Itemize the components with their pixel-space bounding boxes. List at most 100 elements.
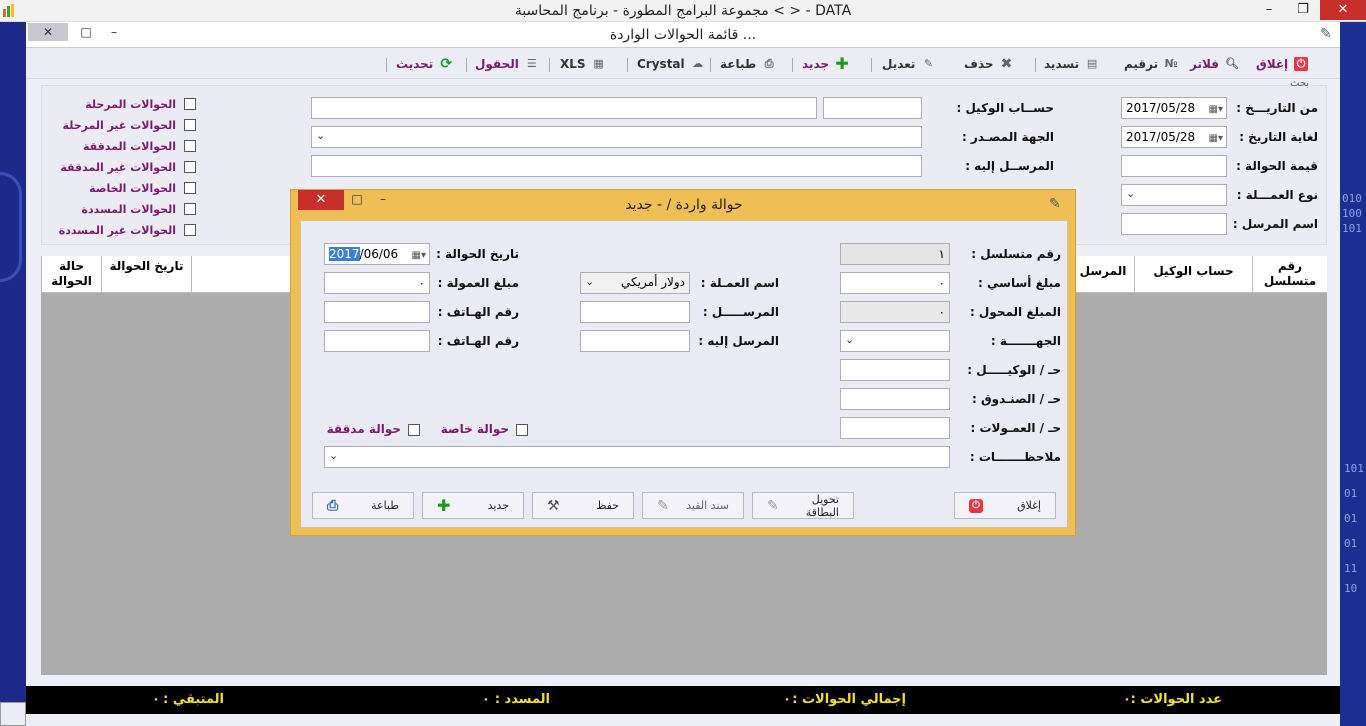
edit-icon: ✎ [923,57,934,70]
grid-col-date[interactable]: تاريخ الحوالة [101,256,191,293]
filter-label: الحوالات المسددة [81,203,176,216]
toolbar-refresh-button[interactable]: ⟳ تحديث [396,55,453,73]
payment-icon: ▤ [1086,57,1098,70]
excel-icon: ▦ [593,57,604,70]
toolbar-number-button[interactable]: № ترقيم [1124,55,1178,73]
sender-phone-input[interactable] [324,301,430,323]
desktop-background-left [0,22,26,726]
journal-entry-button[interactable]: سند القيد ✎ [642,492,744,519]
pin-icon: ✎ [1049,196,1061,212]
recipient-input[interactable] [311,155,922,177]
toolbar-edit-button[interactable]: ✎ تعديل [882,55,935,73]
numbering-icon: № [1164,57,1178,70]
transferred-amount-field: ٠ [840,301,950,323]
save-button[interactable]: حفظ ⚒ [532,492,634,519]
close-button[interactable]: ✕ [1320,0,1366,20]
save-icon: ⚒ [547,497,560,514]
audited-transfer-checkbox[interactable] [408,424,420,436]
toolbar-filters-button[interactable]: 🔍︎ فلاتر [1190,55,1239,73]
chevron-down-icon: ⌄ [329,449,339,462]
filter-checkbox-special[interactable] [184,182,196,194]
dialog-close-action-button[interactable]: إغلاق ⏻ [954,492,1056,519]
toolbar-fields-button[interactable]: ☰ الحقول [475,55,539,73]
dialog-title: حوالة واردة / - جديد [625,197,743,213]
toolbar: ⏻ إغلاق 🔍︎ فلاتر № ترقيم ▤ تسديد ✖ حذف ✎ تعديل… [26,49,1340,79]
transferred-amount-label: المبلغ المحول : [969,305,1061,319]
restore-button[interactable]: ❐ [1286,0,1320,20]
toolbar-pay-button[interactable]: ▤ تسديد [1044,55,1099,73]
agent-name-input[interactable] [311,97,817,119]
recipient-input[interactable] [580,330,690,352]
recipient-phone-input[interactable] [324,330,430,352]
minimize-button[interactable]: – [1252,0,1286,20]
grid-col-sender[interactable]: المرسل [1071,256,1134,293]
calendar-icon: ▦▾ [1208,133,1223,144]
fund-account-label: حـ / الصنـدوق : [971,392,1061,406]
filter-checkbox-posted[interactable] [184,98,196,110]
toolbar-new-button[interactable]: ✚ جديد [802,55,849,73]
amount-input[interactable] [1121,155,1227,177]
transfer-date-picker[interactable]: 2017/06/06 ▦▾ [324,243,430,265]
total-value: ٠ [783,692,791,707]
printer-icon: ⎙ [764,57,774,70]
remaining-value: ٠ [152,692,160,707]
grid-col-status[interactable]: حالة الحوالة [41,256,101,293]
filter-label: الحوالات المدققة [83,140,176,153]
filter-checkbox-unaudited[interactable] [184,161,196,173]
special-transfer-checkbox[interactable] [516,424,528,436]
commissions-account-label: حـ / العمـولات : [970,421,1061,435]
sender-input[interactable] [1121,213,1227,235]
agent-code-input[interactable] [823,97,922,119]
party-label: الجهـــــــة : [990,334,1061,348]
toolbar-xls-button[interactable]: ▦ XLS [560,55,606,73]
filter-label: الحوالات غير المرحلة [62,119,176,132]
chevron-down-icon: ⌄ [316,129,326,142]
toolbar-delete-button[interactable]: ✖ حذف [964,55,1014,73]
serial-label: رقم متسلسل : [971,247,1061,261]
desktop-background-right: 010 100 101 101 01 01 01 11 10 [1340,22,1366,726]
form-title: قائمة الحوالات الواردة ... [609,27,757,43]
currency-select[interactable]: ⌄ دولار أمريكي [580,272,690,294]
filter-checkbox-unposted[interactable] [184,119,196,131]
toolbar-print-button[interactable]: ⎙ طباعة [720,55,776,73]
filter-checkbox-unpaid[interactable] [184,224,196,236]
notes-select[interactable]: ⌄ [324,446,950,468]
to-date-label: لغاية التاريخ : [1239,130,1318,144]
delete-icon: ✖ [1000,56,1013,72]
dialog-title-bar: ✕ □ – حوالة واردة / - جديد ✎ [291,190,1077,220]
grid-col-agent[interactable]: حساب الوكيل [1134,256,1252,293]
filter-checkbox-paid[interactable] [184,203,196,215]
party-select[interactable]: ⌄ [840,330,950,352]
transfer-date-label: تاريخ الحوالة : [436,247,519,261]
power-icon: ⏻ [969,498,983,513]
base-amount-input[interactable]: ٠ [840,272,950,294]
base-amount-label: مبلغ أساسي : [978,276,1061,290]
audited-transfer-label: حوالة مدققة [326,422,401,436]
phone-label: رقم الهـاتف : [437,334,519,348]
to-date-picker[interactable]: 2017/05/28 ▦▾ [1121,126,1227,148]
pin-icon: ✎ [1320,26,1332,42]
grid-col-serial[interactable]: رقم متسلسل [1252,256,1327,293]
commissions-account-input[interactable] [840,417,950,439]
incoming-transfer-dialog: ✕ □ – حوالة واردة / - جديد ✎ رقم متسلسل … [290,189,1076,536]
crystal-icon: ☁ [692,57,704,70]
fund-account-input[interactable] [840,388,950,410]
dialog-body: رقم متسلسل : ١ مبلغ أساسي : ٠ المبلغ الم… [300,220,1068,528]
agent-account-input[interactable] [840,359,950,381]
toolbar-close-button[interactable]: ⏻ إغلاق [1256,55,1309,73]
new-button[interactable]: جديد ✚ [422,492,524,519]
toolbar-crystal-button[interactable]: ☁ Crystal [637,55,705,73]
app-title: مجموعة البرامج المطورة - برنامج المحاسبة… [514,3,852,19]
from-date-label: من التاريـــخ : [1236,101,1318,115]
commission-amount-input[interactable]: ٠ [324,272,430,294]
from-date-picker[interactable]: 2017/05/28 ▦▾ [1121,97,1227,119]
currency-label: نوع العمـــلة : [1236,188,1318,202]
recipient-label: المرســل إليه : [965,159,1054,173]
fields-icon: ☰ [526,57,537,70]
card-transfer-button[interactable]: تحويل البطاقة ✎ [752,492,854,519]
source-select[interactable]: ⌄ [311,126,922,148]
print-button[interactable]: طباعة ⎙ [312,492,414,519]
currency-select[interactable]: ⌄ [1121,184,1227,206]
filter-checkbox-audited[interactable] [184,140,196,152]
sender-input[interactable] [580,301,690,323]
